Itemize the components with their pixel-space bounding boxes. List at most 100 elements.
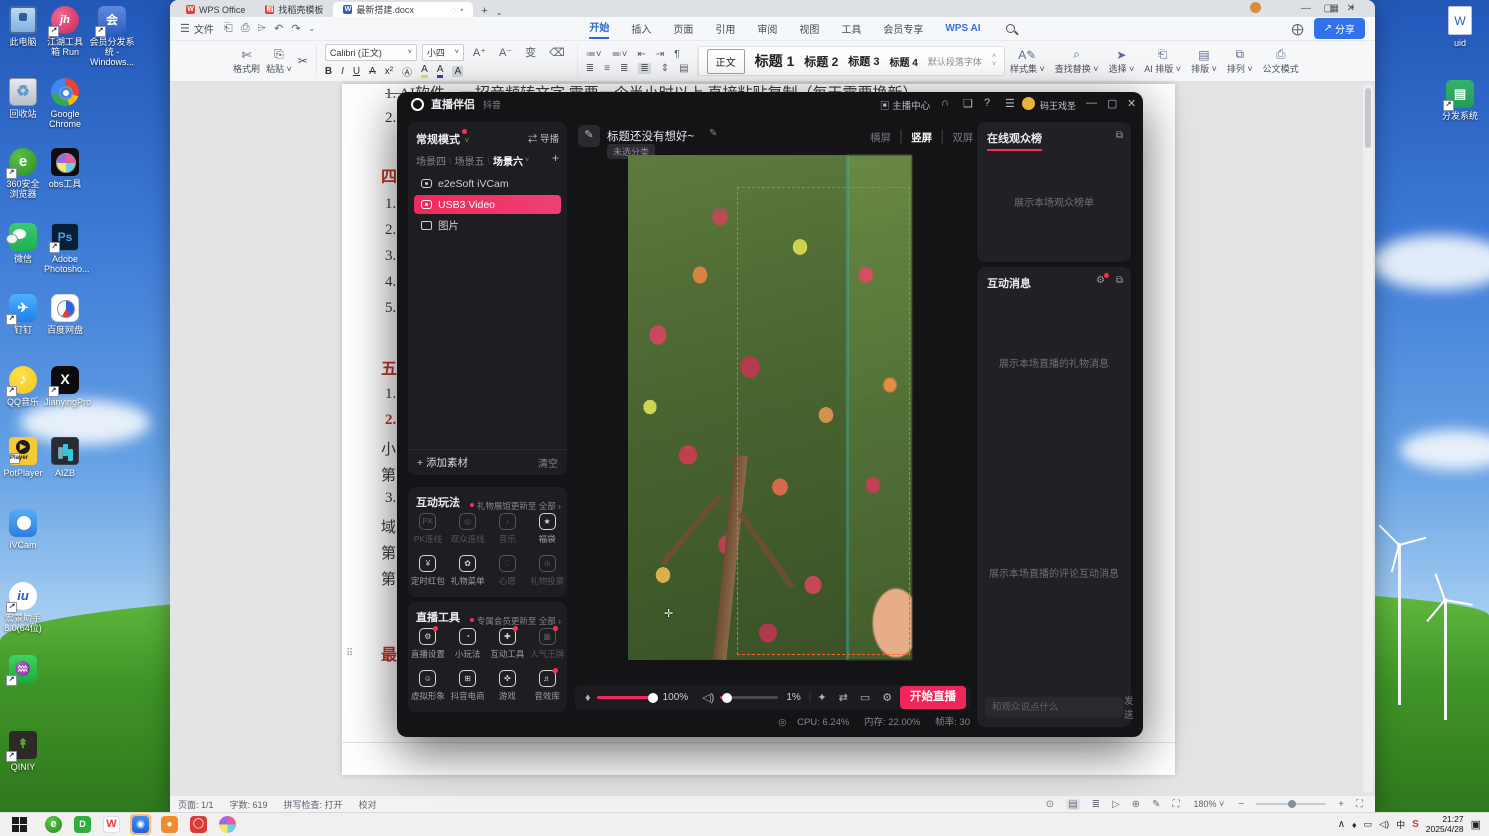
menu-tools[interactable]: 工具 — [841, 21, 861, 36]
more-chevron-icon[interactable]: ⌄ — [309, 24, 316, 33]
justify-button[interactable]: ≣ — [638, 62, 651, 74]
find-replace-button[interactable]: ⌕ 查找替换 ˅ — [1055, 47, 1099, 75]
phonetic-icon[interactable]: 变 — [525, 44, 536, 60]
menu-review[interactable]: 审阅 — [757, 21, 777, 36]
close-button[interactable]: ✕ — [1127, 97, 1136, 110]
desktop-icon-jianying[interactable]: XJianyingPro — [44, 366, 91, 407]
decrease-font-icon[interactable]: A⁻ — [499, 46, 512, 59]
view-mode-portrait[interactable]: 竖屏 — [911, 130, 932, 145]
paste-button[interactable]: ⎘ 粘贴 ˅ — [266, 47, 292, 75]
tool-item-popularity[interactable]: ▦ 人气王牌 — [527, 626, 567, 660]
desktop-icon-obs-tool[interactable]: obs工具 — [44, 148, 86, 189]
style-set-button[interactable]: A✎ 样式集 ˅ — [1010, 48, 1045, 75]
paragraph-mark-button[interactable]: ¶ — [674, 49, 679, 60]
shading-button[interactable]: ▤ — [679, 63, 688, 74]
source-item-ivcam[interactable]: e2eSoft iVCam — [414, 174, 561, 193]
mic-volume-slider[interactable] — [596, 692, 658, 703]
desktop-icon-jianghu-toolbox[interactable]: jh江湖工具箱 Run — [44, 6, 86, 57]
arrange-button[interactable]: ⧉ 排列 ˅ — [1227, 47, 1253, 75]
taskbar-360-browser[interactable]: e — [45, 816, 62, 833]
taskbar-color-app[interactable] — [219, 816, 236, 833]
search-icon[interactable] — [1005, 24, 1015, 33]
line-spacing-button[interactable]: ⇕ — [661, 63, 669, 74]
zoom-in-button[interactable]: + — [1338, 799, 1344, 810]
play-item-lucky-bag[interactable]: ★ 福袋 — [527, 513, 567, 545]
menu-wps-ai[interactable]: WPS AI — [945, 23, 980, 34]
director-mode-button[interactable]: ⇄ 导播 — [528, 131, 559, 145]
play-item-gift-menu[interactable]: ✿ 礼物菜单 — [448, 555, 488, 587]
redo-icon[interactable]: ↷ — [291, 22, 300, 35]
menu-view[interactable]: 视图 — [799, 21, 819, 36]
minimize-button[interactable]: — — [1301, 3, 1311, 14]
zoom-slider[interactable] — [1256, 800, 1327, 808]
menu-page[interactable]: 页面 — [673, 21, 693, 36]
fullscreen-icon[interactable]: ⛶ — [1356, 799, 1363, 810]
video-preview[interactable]: ✛ — [628, 155, 912, 661]
desktop-icon-hongjing[interactable]: iu宏景助手 8.0(64位) — [2, 582, 44, 633]
close-button[interactable]: ✕ — [1347, 3, 1355, 14]
desktop-icon-sheet-app[interactable]: ▤分发系统 — [1438, 80, 1482, 121]
hamburger-icon[interactable]: ☰ — [180, 22, 190, 35]
highlight-button[interactable]: A — [421, 64, 428, 78]
scene-tab-4[interactable]: 场景四 — [416, 153, 446, 168]
font-color-button[interactable]: A — [436, 64, 444, 78]
taskbar-wps[interactable]: W — [103, 816, 120, 833]
align-center-button[interactable]: ≡ — [604, 63, 610, 74]
desktop-icon-wechat[interactable]: 微信 — [2, 223, 44, 264]
desktop-icon-ivcam[interactable]: iVCam — [2, 509, 44, 550]
tool-item-live-settings[interactable]: ⚙ 直播设置 — [408, 626, 448, 660]
char-border-button[interactable]: Ⓐ — [402, 64, 412, 79]
view-mode-dual[interactable]: 双屏 — [952, 130, 973, 145]
tab-list-chevron[interactable]: ⌄ — [496, 8, 503, 17]
message-bubble-icon[interactable]: ❑ — [963, 97, 973, 110]
status-proofread[interactable]: 校对 — [359, 798, 377, 811]
official-mode-button[interactable]: ⎙ 公文模式 — [1263, 47, 1299, 75]
taskbar-camera-app[interactable]: ● — [161, 816, 178, 833]
microphone-icon[interactable]: ♦ — [585, 692, 591, 704]
tray-clock[interactable]: 21:27 2025/4/28 — [1426, 814, 1464, 834]
popout-icon[interactable]: ⧉ — [1116, 130, 1123, 141]
tool-item-games[interactable]: ✜ 游戏 — [488, 670, 528, 702]
export-icon[interactable]: ⌲ — [258, 22, 267, 35]
style-heading3[interactable]: 标题 3 — [848, 53, 879, 69]
popout-icon[interactable]: ⧉ — [1116, 275, 1123, 286]
viewers-title[interactable]: 在线观众榜 — [987, 130, 1042, 151]
desktop-icon-this-pc[interactable]: 此电脑 — [2, 6, 44, 47]
desktop-icon-dingtalk[interactable]: ✈钉钉 — [2, 294, 44, 335]
style-default-font[interactable]: 默认段落字体 — [928, 55, 982, 68]
tray-ime-icon[interactable]: 中 — [1396, 818, 1405, 831]
add-material-button[interactable]: + 添加素材 — [417, 455, 468, 470]
taskbar-live-companion[interactable]: ◉ — [132, 816, 149, 833]
tab-wps-office[interactable]: W WPS Office — [176, 2, 255, 17]
headset-icon[interactable]: ∩ — [941, 97, 949, 109]
minimize-button[interactable]: — — [1086, 97, 1097, 109]
taskbar-toolbox-app[interactable]: D — [74, 816, 91, 833]
superscript-button[interactable]: x² — [385, 66, 393, 77]
outline-view-icon[interactable]: ≣ — [1092, 799, 1100, 810]
add-scene-button[interactable]: + — [552, 151, 559, 165]
layout-button[interactable]: ▤ 排版 ˅ — [1191, 48, 1217, 75]
chat-input-box[interactable]: 发送 — [985, 696, 1134, 721]
zoom-out-button[interactable]: − — [1238, 799, 1244, 810]
eye-icon[interactable]: ⊙ — [1046, 799, 1054, 810]
play-item-audience-link[interactable]: ◎ 观众连线 — [448, 513, 488, 545]
desktop-icon-potplayer[interactable]: PotPlayer — [2, 437, 44, 478]
play-section-badge[interactable]: 礼物展馆更新至 全部 › — [469, 496, 561, 514]
speaker-icon[interactable]: ◁) — [702, 691, 714, 704]
flip-icon[interactable]: ⇄ — [839, 691, 848, 704]
status-spellcheck[interactable]: 拼写检查: 打开 — [284, 798, 343, 811]
zoom-level[interactable]: 180% ˅ — [1194, 799, 1225, 809]
edit-title-icon[interactable]: ✎ — [578, 125, 600, 147]
format-painter-button[interactable]: ✄ 格式刷 — [233, 48, 260, 75]
settings-gear-icon[interactable]: ⚙ — [882, 691, 892, 704]
tray-network-icon[interactable]: ▭ — [1364, 819, 1373, 830]
undo-icon[interactable]: ↶ — [274, 22, 283, 35]
ai-layout-button[interactable]: ⎗ AI 排版 ˅ — [1144, 47, 1181, 75]
bullet-list-button[interactable]: ≔˅ — [586, 49, 602, 60]
share-button[interactable]: ↗ 分享 — [1313, 18, 1365, 39]
tray-sogou-icon[interactable]: S — [1412, 819, 1419, 830]
menu-member[interactable]: 会员专享 — [883, 21, 923, 36]
style-gallery-scroll[interactable]: ˄ ˅ — [992, 53, 996, 69]
tray-volume-icon[interactable]: ◁) — [1379, 819, 1389, 830]
desktop-icon-chrome[interactable]: Google Chrome — [44, 78, 86, 129]
